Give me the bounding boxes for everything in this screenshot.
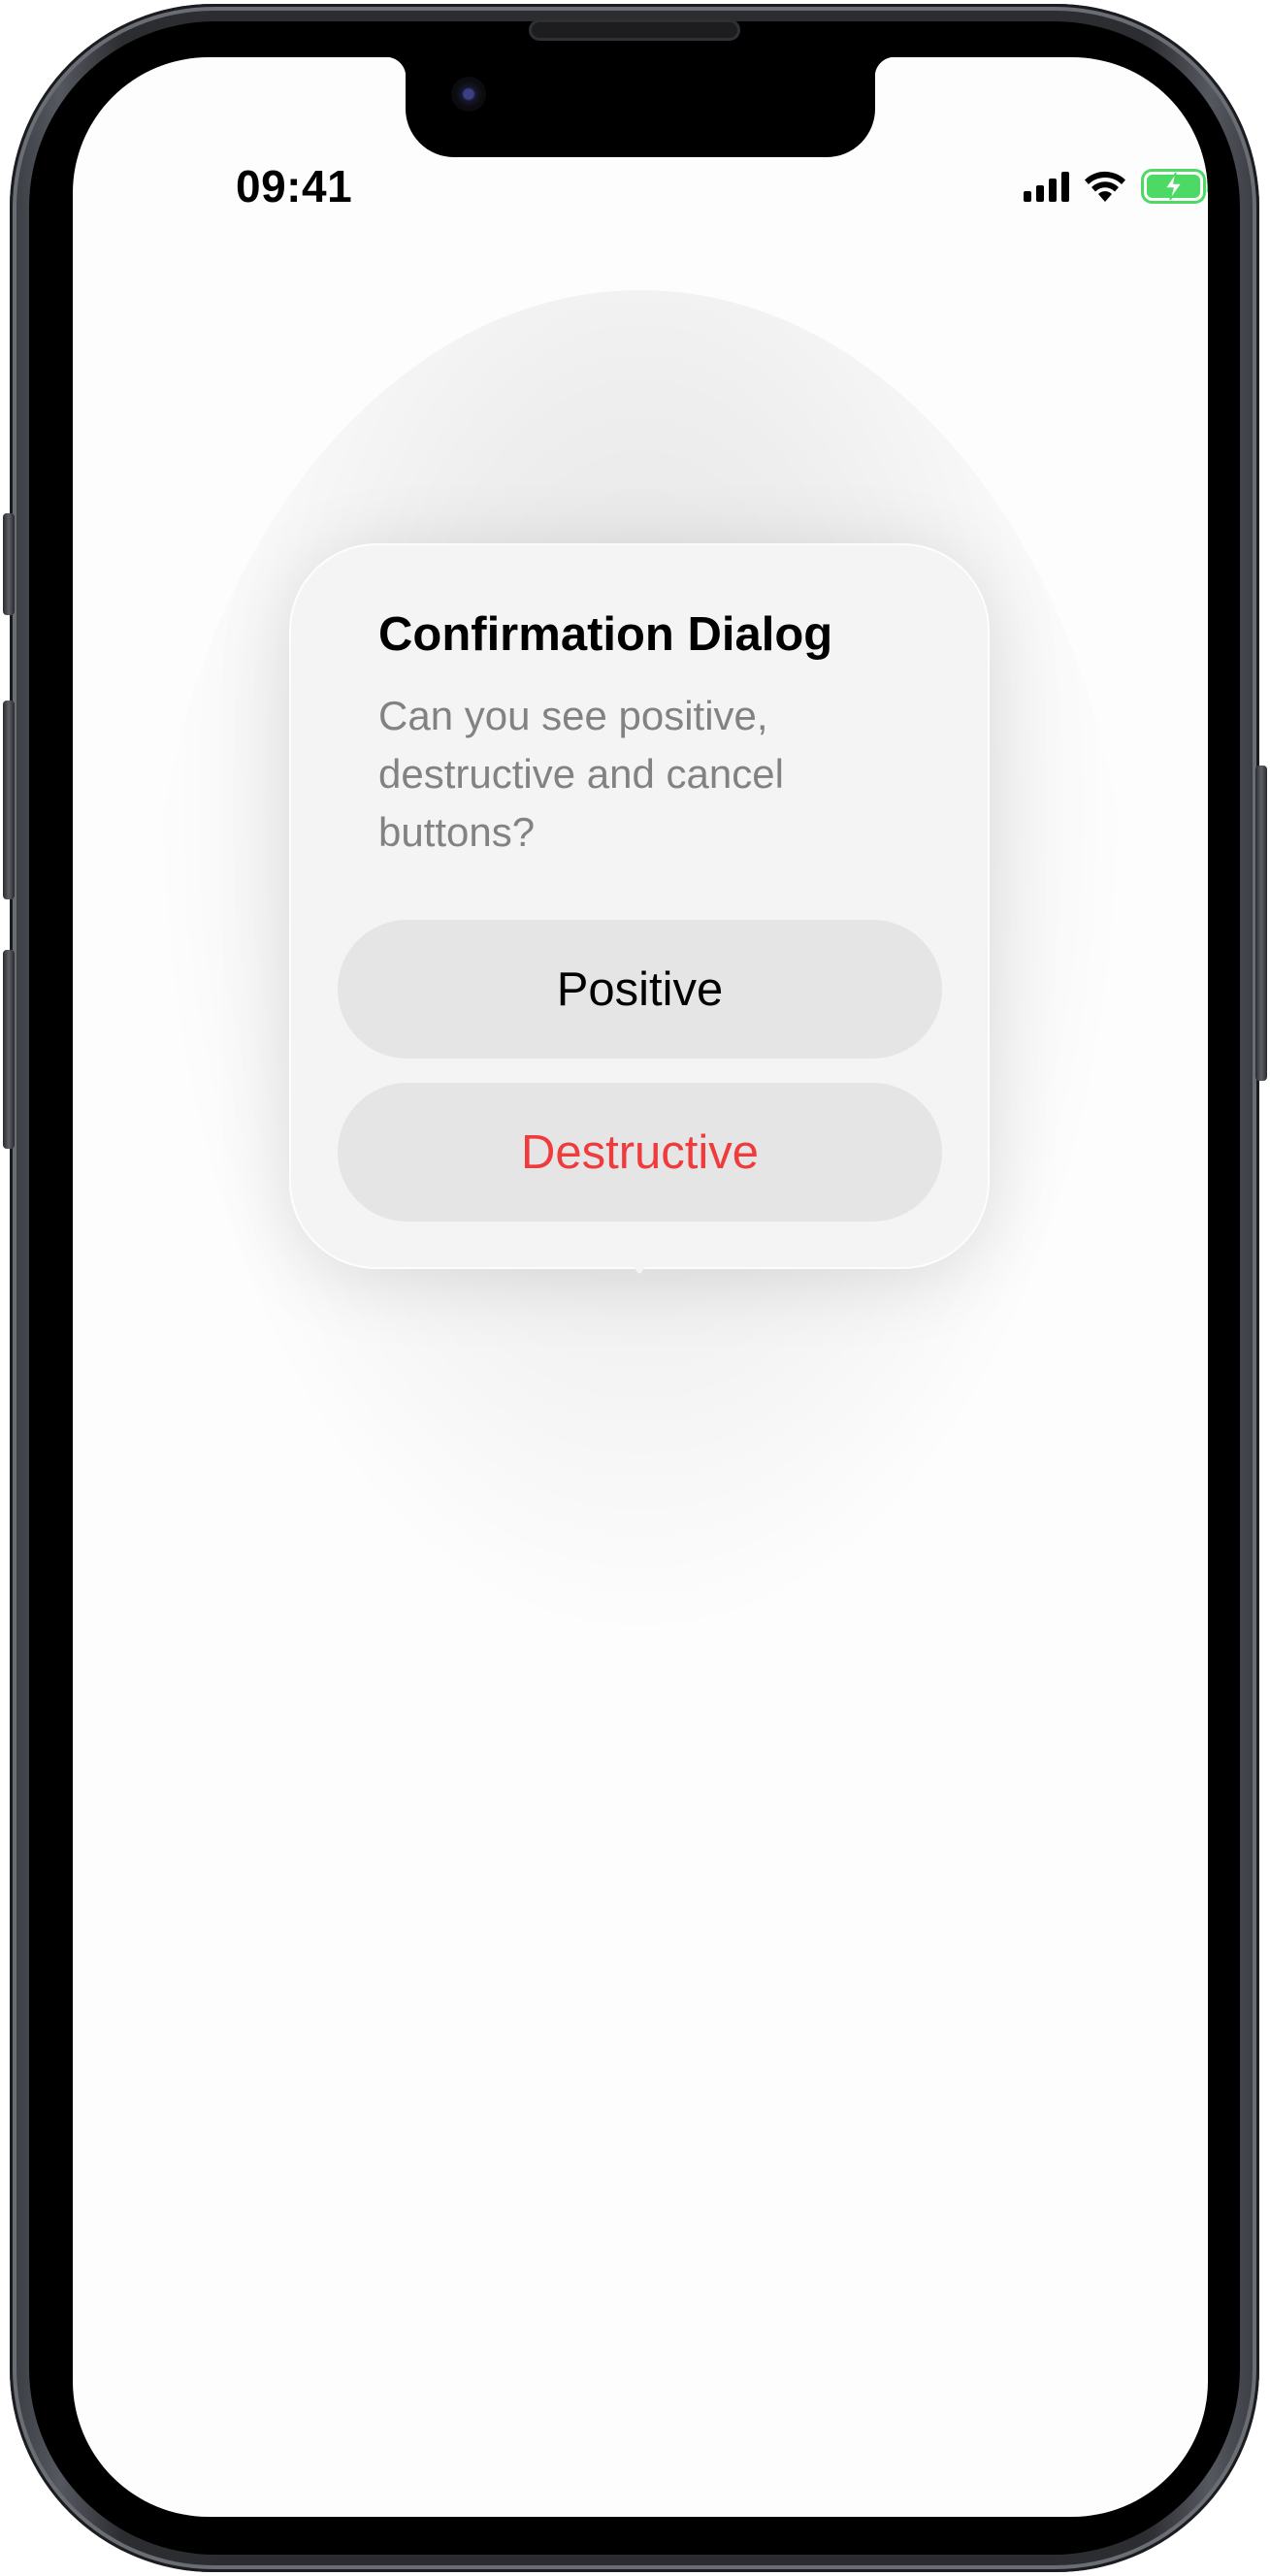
volume-down-button [3, 950, 15, 1149]
earpiece-speaker [529, 19, 740, 41]
dialog-pointer-arrow [602, 1257, 677, 1274]
power-button [1255, 766, 1267, 1081]
dialog-title: Confirmation Dialog [378, 608, 833, 661]
confirmation-dialog: Confirmation Dialog Can you see positive… [291, 545, 988, 1274]
cellular-signal-icon [1024, 171, 1069, 202]
dialog-message: Can you see positive, destructive and ca… [378, 693, 784, 855]
wifi-icon [1085, 171, 1125, 202]
status-icons [1024, 167, 1208, 206]
positive-button[interactable]: Positive [338, 920, 942, 1059]
battery-charging-icon [1141, 169, 1208, 204]
front-camera [451, 77, 486, 112]
status-time: 09:41 [236, 161, 353, 212]
action-button [3, 513, 15, 615]
volume-up-button [3, 701, 15, 899]
destructive-button[interactable]: Destructive [338, 1083, 942, 1222]
